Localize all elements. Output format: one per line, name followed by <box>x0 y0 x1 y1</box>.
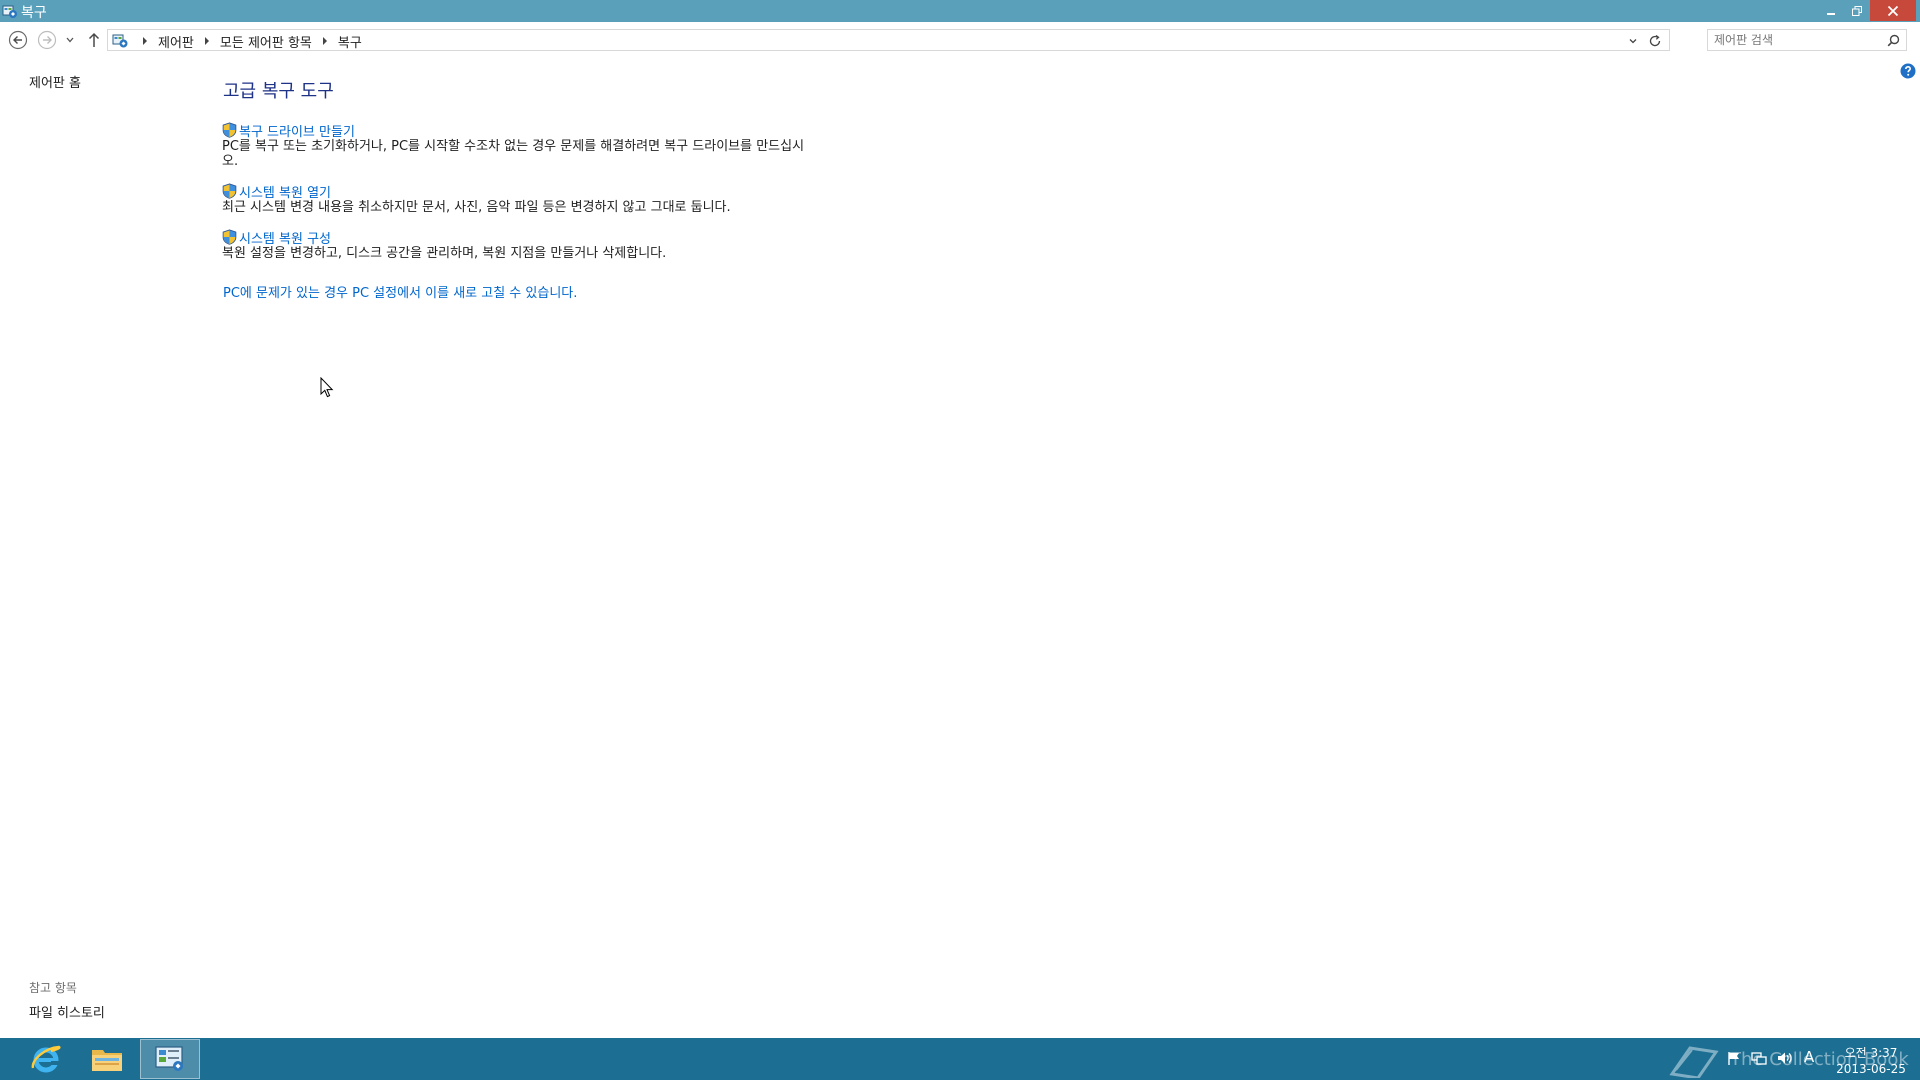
mouse-cursor-icon <box>320 377 334 398</box>
action-center-flag-icon[interactable] <box>1727 1051 1741 1065</box>
restore-icon <box>1852 5 1862 16</box>
title-bar[interactable]: 복구 <box>0 0 1920 22</box>
search-input[interactable] <box>1714 31 1874 49</box>
task-description: 최근 시스템 변경 내용을 취소하지만 문서, 사진, 음악 파일 등은 변경하… <box>222 200 731 215</box>
configure-system-restore-link[interactable]: 시스템 복원 구성 <box>239 228 331 247</box>
back-arrow-icon[interactable] <box>8 30 28 50</box>
refresh-icon[interactable] <box>1647 33 1663 49</box>
file-history-link[interactable]: 파일 히스토리 <box>29 1002 105 1021</box>
control-panel-icon <box>112 34 128 48</box>
uac-shield-icon <box>222 122 237 138</box>
breadcrumb-separator[interactable] <box>322 37 327 45</box>
input-method-indicator[interactable]: A <box>1804 1048 1814 1066</box>
minimize-button[interactable] <box>1818 0 1844 21</box>
clock-date[interactable]: 2013-06-25 <box>1834 1062 1908 1076</box>
close-button[interactable] <box>1870 0 1916 21</box>
window-title: 복구 <box>21 5 47 21</box>
left-pane: 제어판 홈 참고 항목 파일 히스토리 <box>0 58 210 1038</box>
refresh-pc-settings-link[interactable]: PC에 문제가 있는 경우 PC 설정에서 이를 새로 고칠 수 있습니다. <box>223 282 577 301</box>
task-configure-system-restore: 시스템 복원 구성 복원 설정을 변경하고, 디스크 공간을 관리하며, 복원 … <box>222 228 822 261</box>
uac-shield-icon <box>222 183 237 199</box>
page-title: 고급 복구 도구 <box>223 81 334 102</box>
taskbar-internet-explorer[interactable] <box>16 1039 76 1079</box>
address-bar[interactable]: 제어판 모든 제어판 항목 복구 <box>107 29 1670 51</box>
restore-button[interactable] <box>1844 0 1870 21</box>
chevron-down-icon[interactable] <box>1627 35 1639 47</box>
control-panel-icon <box>2 5 17 18</box>
see-also-heading: 참고 항목 <box>29 981 77 995</box>
internet-explorer-icon <box>31 1045 61 1073</box>
breadcrumb-separator[interactable] <box>143 37 147 45</box>
navigation-bar: 제어판 모든 제어판 항목 복구 <box>0 22 1920 58</box>
control-panel-home-link[interactable]: 제어판 홈 <box>29 72 81 91</box>
task-open-system-restore: 시스템 복원 열기 최근 시스템 변경 내용을 취소하지만 문서, 사진, 음악… <box>222 182 822 215</box>
search-icon[interactable] <box>1887 34 1900 47</box>
create-recovery-drive-link[interactable]: 복구 드라이브 만들기 <box>239 121 355 140</box>
help-icon[interactable] <box>1900 63 1916 79</box>
taskbar: The Collection Book A 오전 3:37 2013-06-25 <box>0 1038 1920 1080</box>
taskbar-file-explorer[interactable] <box>77 1039 137 1079</box>
search-box[interactable] <box>1707 29 1907 51</box>
control-panel-icon <box>155 1046 183 1071</box>
breadcrumb-recovery[interactable]: 복구 <box>336 32 364 51</box>
close-icon <box>1887 5 1899 16</box>
task-create-recovery-drive: 복구 드라이브 만들기 PC를 복구 또는 초기화하거나, PC를 시작할 수조… <box>222 121 822 169</box>
network-icon[interactable] <box>1751 1051 1767 1065</box>
task-description: 복원 설정을 변경하고, 디스크 공간을 관리하며, 복원 지점을 만들거나 삭… <box>222 246 667 261</box>
breadcrumb-all-items[interactable]: 모든 제어판 항목 <box>218 32 314 51</box>
uac-shield-icon <box>222 229 237 245</box>
breadcrumb-control-panel[interactable]: 제어판 <box>156 32 196 51</box>
breadcrumb-separator[interactable] <box>204 37 209 45</box>
minimize-icon <box>1827 12 1835 15</box>
open-system-restore-link[interactable]: 시스템 복원 열기 <box>239 182 331 201</box>
task-description: PC를 복구 또는 초기화하거나, PC를 시작할 수조차 없는 경우 문제를 … <box>222 139 805 169</box>
breadcrumb: 제어판 모든 제어판 항목 복구 <box>134 32 364 51</box>
clock-time[interactable]: 오전 3:37 <box>1842 1044 1900 1061</box>
file-explorer-icon <box>92 1050 122 1071</box>
up-arrow-icon[interactable] <box>86 31 102 49</box>
taskbar-control-panel[interactable] <box>140 1039 200 1079</box>
chevron-down-icon[interactable] <box>65 35 75 45</box>
forward-arrow-icon[interactable] <box>37 30 57 50</box>
volume-icon[interactable] <box>1777 1051 1793 1065</box>
